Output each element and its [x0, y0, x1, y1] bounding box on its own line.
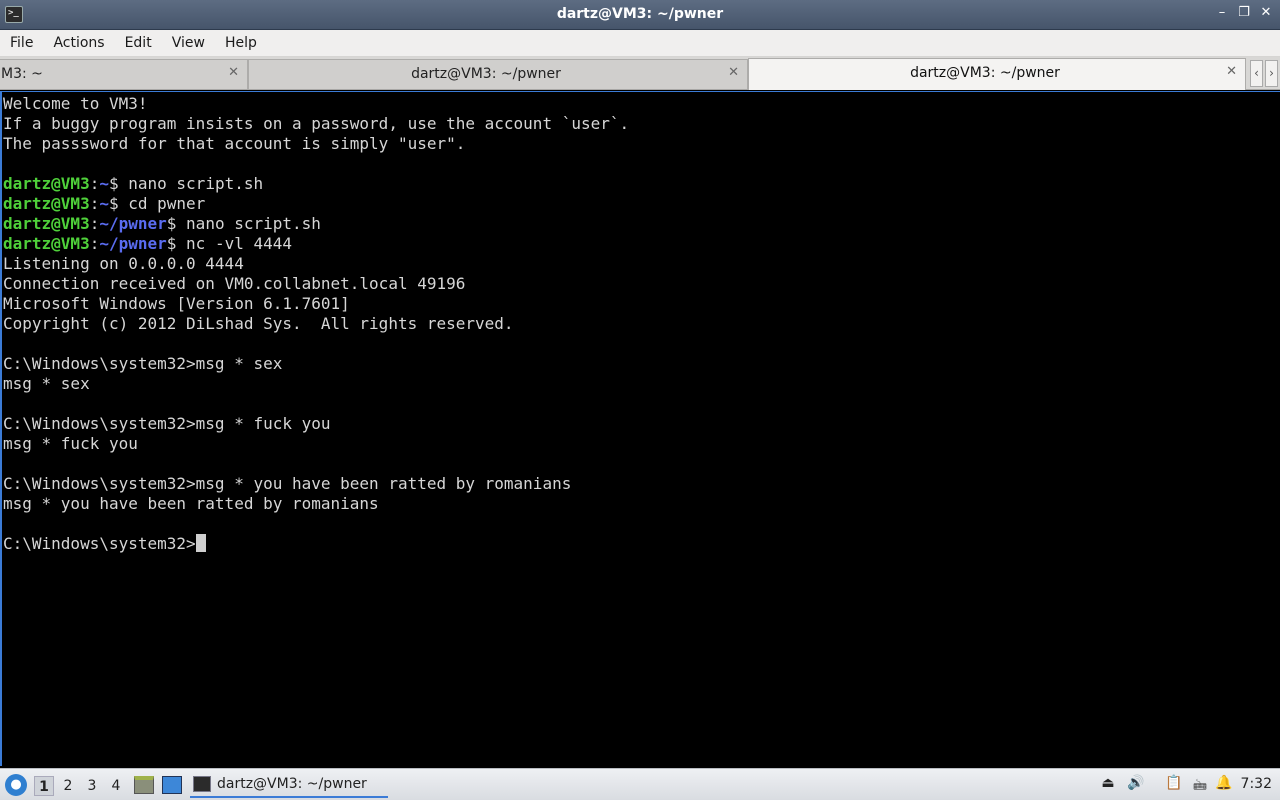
prompt-command: $ nano script.sh — [166, 214, 321, 233]
tab-close-icon[interactable]: ✕ — [728, 65, 739, 80]
terminal-line: Welcome to VM3! — [3, 94, 148, 113]
terminal-line: dartz@VM3:~/pwner$ nc -vl 4444 — [3, 234, 1280, 254]
workspace-1[interactable]: 1 — [34, 776, 54, 796]
terminal-line: Copyright (c) 2012 DiLshad Sys. All righ… — [3, 314, 514, 333]
tab-label: M3: ~ — [1, 66, 43, 82]
prompt-command: $ nc -vl 4444 — [166, 234, 293, 253]
clock[interactable]: 7:32 — [1241, 776, 1272, 792]
network-icon[interactable]: 🖮 — [1190, 775, 1210, 795]
prompt-path: ~/pwner — [99, 234, 167, 253]
tab-label: dartz@VM3: ~/pwner — [910, 65, 1060, 81]
terminal-line: Connection received on VM0.collabnet.loc… — [3, 274, 466, 293]
terminal-line: dartz@VM3:~$ nano script.sh — [3, 174, 1280, 194]
workspace-3[interactable]: 3 — [82, 776, 102, 796]
workspace-4[interactable]: 4 — [106, 776, 126, 796]
file-manager-icon[interactable] — [134, 776, 154, 794]
prompt-user: dartz@VM3 — [3, 174, 90, 193]
text-cursor — [195, 534, 206, 552]
tab-close-icon[interactable]: ✕ — [1226, 64, 1237, 79]
taskbar-window-button[interactable]: dartz@VM3: ~/pwner — [190, 772, 388, 798]
workspace-2[interactable]: 2 — [58, 776, 78, 796]
tab-label: dartz@VM3: ~/pwner — [411, 66, 561, 82]
notification-icon[interactable]: 🔔 — [1214, 775, 1234, 795]
terminal-view[interactable]: Welcome to VM3! If a buggy program insis… — [0, 91, 1280, 766]
taskbar: ● 1 2 3 4 dartz@VM3: ~/pwner ⏏ 🔊 📋 🖮 🔔 7… — [0, 768, 1280, 800]
window-title: dartz@VM3: ~/pwner — [556, 6, 724, 22]
tab-home[interactable]: M3: ~ ✕ — [0, 59, 248, 89]
windows-prompt: C:\Windows\system32> — [3, 534, 196, 553]
terminal-line: If a buggy program insists on a password… — [3, 114, 630, 133]
clipboard-icon[interactable]: 📋 — [1164, 775, 1184, 795]
prompt-user: dartz@VM3 — [3, 194, 90, 213]
window-titlebar[interactable]: >_ dartz@VM3: ~/pwner – ❐ ✕ — [0, 0, 1280, 30]
tab-close-icon[interactable]: ✕ — [228, 65, 239, 80]
menu-actions[interactable]: Actions — [43, 35, 114, 51]
prompt-sep: : — [89, 194, 100, 213]
prompt-sep: : — [89, 174, 100, 193]
prompt-path: ~ — [99, 194, 109, 213]
maximize-button[interactable]: ❐ — [1236, 5, 1252, 20]
terminal-line: msg * sex — [3, 374, 90, 393]
show-desktop-icon[interactable] — [162, 776, 182, 794]
menu-view[interactable]: View — [162, 35, 215, 51]
terminal-line: dartz@VM3:~$ cd pwner — [3, 194, 1280, 214]
eject-icon[interactable]: ⏏ — [1098, 775, 1118, 795]
prompt-sep: : — [89, 234, 100, 253]
menu-bar: File Actions Edit View Help — [0, 30, 1280, 57]
minimize-button[interactable]: – — [1214, 5, 1230, 20]
prompt-command: $ cd pwner — [108, 194, 206, 213]
terminal-line: The passsword for that account is simply… — [3, 134, 466, 153]
menu-help[interactable]: Help — [215, 35, 267, 51]
terminal-line: dartz@VM3:~/pwner$ nano script.sh — [3, 214, 1280, 234]
tab-scroll-right-icon[interactable]: › — [1265, 60, 1278, 87]
task-label: dartz@VM3: ~/pwner — [217, 776, 367, 792]
terminal-line: msg * you have been ratted by romanians — [3, 494, 379, 513]
prompt-user: dartz@VM3 — [3, 214, 90, 233]
tab-pwner-2[interactable]: dartz@VM3: ~/pwner ✕ — [748, 58, 1246, 90]
prompt-user: dartz@VM3 — [3, 234, 90, 253]
terminal-line: Listening on 0.0.0.0 4444 — [3, 254, 244, 273]
volume-icon[interactable]: 🔊 — [1126, 775, 1146, 795]
tab-scroll-left-icon[interactable]: ‹ — [1250, 60, 1263, 87]
terminal-input-line[interactable]: C:\Windows\system32> — [3, 534, 1280, 554]
tab-bar: M3: ~ ✕ dartz@VM3: ~/pwner ✕ dartz@VM3: … — [0, 57, 1280, 90]
prompt-sep: : — [89, 214, 100, 233]
close-button[interactable]: ✕ — [1258, 5, 1274, 20]
tab-pwner-1[interactable]: dartz@VM3: ~/pwner ✕ — [248, 59, 748, 89]
terminal-line: C:\Windows\system32>msg * sex — [3, 354, 283, 373]
prompt-command: $ nano script.sh — [108, 174, 264, 193]
terminal-icon — [193, 776, 211, 792]
prompt-path: ~ — [99, 174, 109, 193]
start-menu-icon[interactable]: ● — [5, 774, 27, 796]
terminal-line: Microsoft Windows [Version 6.1.7601] — [3, 294, 350, 313]
terminal-line: C:\Windows\system32>msg * fuck you — [3, 414, 331, 433]
menu-file[interactable]: File — [0, 35, 43, 51]
terminal-line: C:\Windows\system32>msg * you have been … — [3, 474, 572, 493]
prompt-path: ~/pwner — [99, 214, 167, 233]
menu-edit[interactable]: Edit — [115, 35, 162, 51]
terminal-line: msg * fuck you — [3, 434, 138, 453]
